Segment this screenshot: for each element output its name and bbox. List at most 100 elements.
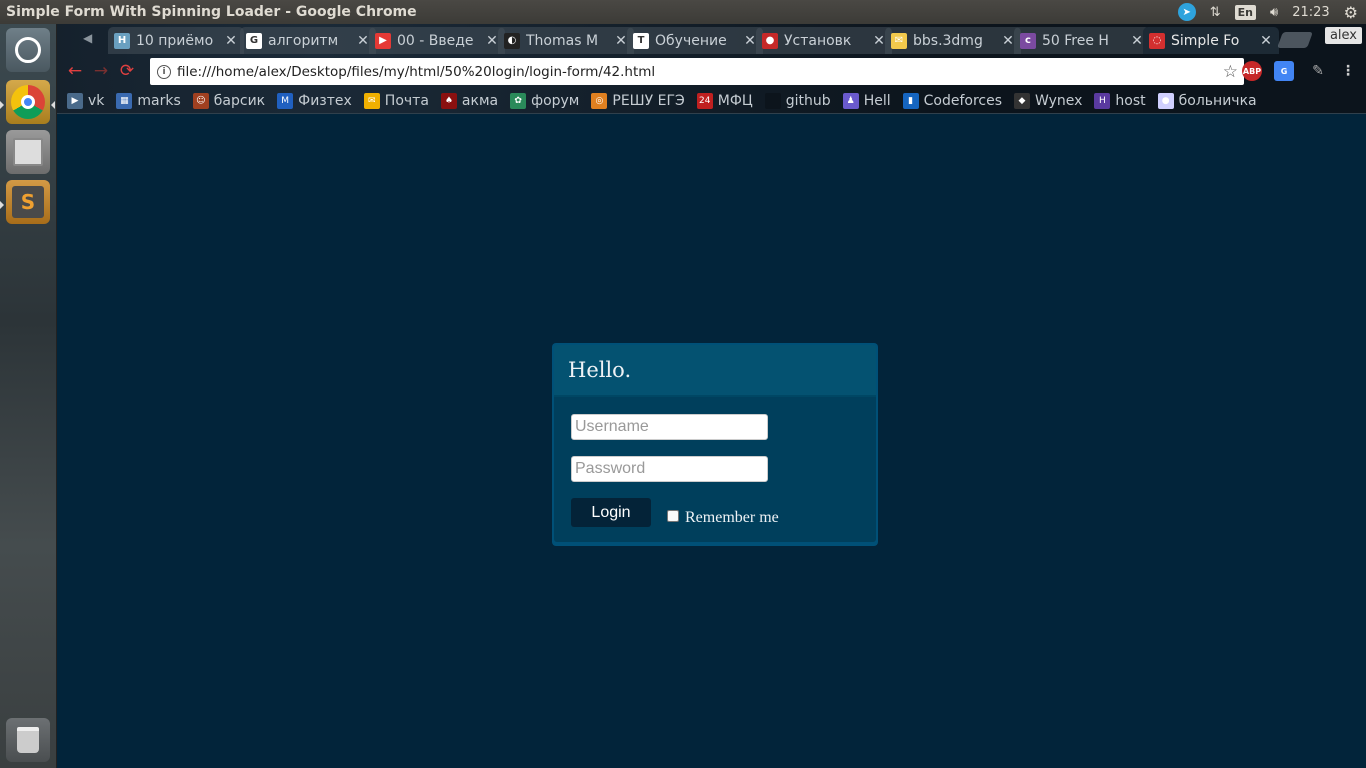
trash-launcher-button[interactable]	[6, 718, 50, 762]
remember-me-checkbox[interactable]	[667, 510, 679, 522]
remember-me-control[interactable]: Remember me	[667, 505, 779, 527]
tab-title: Simple Fo	[1171, 32, 1240, 49]
new-tab-button[interactable]	[1277, 32, 1313, 48]
bookmark-item[interactable]: M Физтех	[277, 92, 352, 109]
tab-close-icon[interactable]: ✕	[356, 33, 370, 49]
tab-favicon-icon: ◐	[504, 32, 520, 49]
login-card: Hello. Username Password Login Remember …	[552, 343, 878, 546]
tab-favicon-icon: ▶	[375, 32, 391, 49]
tab-strip: H 10 приёмо ✕ Gалгоритм ✕ ▶ 00 - Введе ✕ ◐ Thomas…	[57, 24, 1366, 54]
bookmark-item[interactable]: ▶ vk	[67, 92, 105, 109]
chrome-icon	[11, 85, 45, 119]
bookmark-label: барсик	[213, 92, 266, 109]
tab-close-icon[interactable]: ✕	[1130, 33, 1144, 49]
browser-tab[interactable]: ▶ 00 - Введе ✕	[369, 27, 505, 54]
remember-me-label[interactable]: Remember me	[685, 509, 779, 527]
focused-indicator	[51, 101, 55, 109]
password-input[interactable]: Password	[571, 456, 768, 482]
tab-title: 10 приёмо	[136, 32, 214, 49]
browser-tab[interactable]: ◌ Simple Fo ✕	[1143, 27, 1279, 54]
bookmark-item[interactable]: ● больничка	[1157, 92, 1257, 109]
bookmark-item[interactable]: ◆ Wynex	[1014, 92, 1083, 109]
settings-gear-icon[interactable]: ⚙	[1344, 3, 1358, 22]
reload-icon[interactable]: ⟳	[114, 58, 140, 84]
bookmark-item[interactable]: ☺ барсик	[192, 92, 266, 109]
tab-close-icon[interactable]: ✕	[1001, 33, 1015, 49]
bookmark-label: vk	[88, 92, 105, 109]
ubuntu-dash-button[interactable]	[6, 28, 50, 72]
browser-tab[interactable]: T Обучение ✕	[627, 27, 763, 54]
browser-tab[interactable]: c 50 Free H ✕	[1014, 27, 1150, 54]
translate-extension-icon[interactable]: G	[1274, 61, 1294, 81]
browser-tab[interactable]: Gалгоритм ✕	[240, 27, 376, 54]
browser-tab[interactable]: ✉ bbs.3dmg ✕	[885, 27, 1021, 54]
bookmark-favicon-icon: ●	[1157, 92, 1174, 109]
tab-title: bbs.3dmg	[913, 32, 983, 49]
bookmark-favicon-icon: 24	[696, 92, 713, 109]
bookmark-item[interactable]: ♟ Hell	[842, 92, 891, 109]
bookmark-item[interactable]: ♠ акма	[440, 92, 498, 109]
files-launcher-button[interactable]	[6, 130, 50, 174]
sublime-icon: S	[12, 186, 44, 218]
login-button[interactable]: Login	[571, 498, 651, 527]
tab-close-icon[interactable]: ✕	[743, 33, 757, 49]
system-indicators: ➤ ⇅ En 🔊︎ 21:23 ⚙	[1177, 0, 1366, 24]
window-title: Simple Form With Spinning Loader - Googl…	[6, 4, 417, 20]
bookmark-favicon-icon	[764, 92, 781, 109]
bookmark-item[interactable]: ▮ Codeforces	[902, 92, 1002, 109]
info-icon[interactable]: i	[157, 64, 171, 79]
clock[interactable]: 21:23	[1292, 5, 1329, 20]
bookmark-star-icon[interactable]: ☆	[1223, 62, 1244, 82]
tab-close-icon[interactable]: ✕	[872, 33, 886, 49]
bookmark-label: Codeforces	[923, 92, 1002, 109]
bookmark-label: форум	[531, 92, 580, 109]
sublime-launcher-button[interactable]: S	[6, 180, 50, 224]
tab-close-icon[interactable]: ✕	[1259, 33, 1273, 49]
telegram-icon[interactable]: ➤	[1177, 3, 1196, 21]
eyedropper-extension-icon[interactable]: ✎	[1308, 61, 1328, 81]
bookmark-item[interactable]: Hhost	[1094, 92, 1146, 109]
tab-favicon-icon: ✉	[891, 32, 907, 49]
tab-title: Установк	[784, 32, 852, 49]
browser-tab[interactable]: H 10 приёмо ✕	[108, 27, 244, 54]
trash-icon	[17, 727, 39, 753]
tab-favicon-icon: G	[246, 32, 262, 49]
volume-icon[interactable]: 🔊︎	[1270, 5, 1278, 20]
browser-tab[interactable]: ● Установк ✕	[756, 27, 892, 54]
browser-tab[interactable]: ◐ Thomas M ✕	[498, 27, 634, 54]
network-icon[interactable]: ⇅	[1210, 5, 1221, 20]
bookmark-item[interactable]: github	[764, 92, 831, 109]
adblock-extension-icon[interactable]: ABP	[1242, 61, 1262, 81]
tab-close-icon[interactable]: ✕	[485, 33, 499, 49]
forward-arrow-icon[interactable]: →	[88, 58, 114, 84]
bookmark-item[interactable]: ▦ marks	[116, 92, 181, 109]
profile-button[interactable]: alex	[1324, 27, 1362, 44]
browser-window: H 10 приёмо ✕ Gалгоритм ✕ ▶ 00 - Введе ✕ ◐ Thomas…	[57, 24, 1366, 768]
username-input[interactable]: Username	[571, 414, 768, 440]
tab-close-icon[interactable]: ✕	[224, 33, 238, 49]
tab-favicon-icon: c	[1020, 32, 1036, 49]
bookmark-item[interactable]: ✉ Почта	[363, 92, 429, 109]
file-cabinet-icon	[13, 138, 43, 166]
tab-close-icon[interactable]: ✕	[614, 33, 628, 49]
bookmark-item[interactable]: ◎ РЕШУ ЕГЭ	[591, 92, 685, 109]
bookmark-item[interactable]: ✿ форум	[510, 92, 580, 109]
browser-toolbar: ← → ⟳ i file:///home/alex/Desktop/files/…	[57, 54, 1366, 88]
menu-icon[interactable]: ⋮	[1338, 61, 1358, 81]
login-card-body: Username Password Login Remember me	[554, 397, 876, 542]
mute-icon[interactable]: ◀︎	[83, 31, 92, 45]
bookmark-favicon-icon: ✿	[510, 92, 527, 109]
browser-frame: H 10 приёмо ✕ Gалгоритм ✕ ▶ 00 - Введе ✕ ◐ Thomas…	[57, 24, 1366, 114]
tab-title: 50 Free H	[1042, 32, 1109, 49]
keyboard-layout-indicator[interactable]: En	[1234, 4, 1256, 20]
tab-title: Обучение	[655, 32, 727, 49]
login-heading: Hello.	[568, 358, 632, 382]
bookmark-label: Wynex	[1035, 92, 1083, 109]
url-text[interactable]: file:///home/alex/Desktop/files/my/html/…	[177, 64, 1223, 80]
back-arrow-icon[interactable]: ←	[62, 58, 88, 84]
bookmark-label: github	[785, 92, 831, 109]
chrome-launcher-button[interactable]	[6, 80, 50, 124]
bookmark-favicon-icon: ◎	[591, 92, 608, 109]
bookmark-item[interactable]: 24 МФЦ	[696, 92, 753, 109]
address-bar[interactable]: i file:///home/alex/Desktop/files/my/htm…	[150, 58, 1244, 85]
